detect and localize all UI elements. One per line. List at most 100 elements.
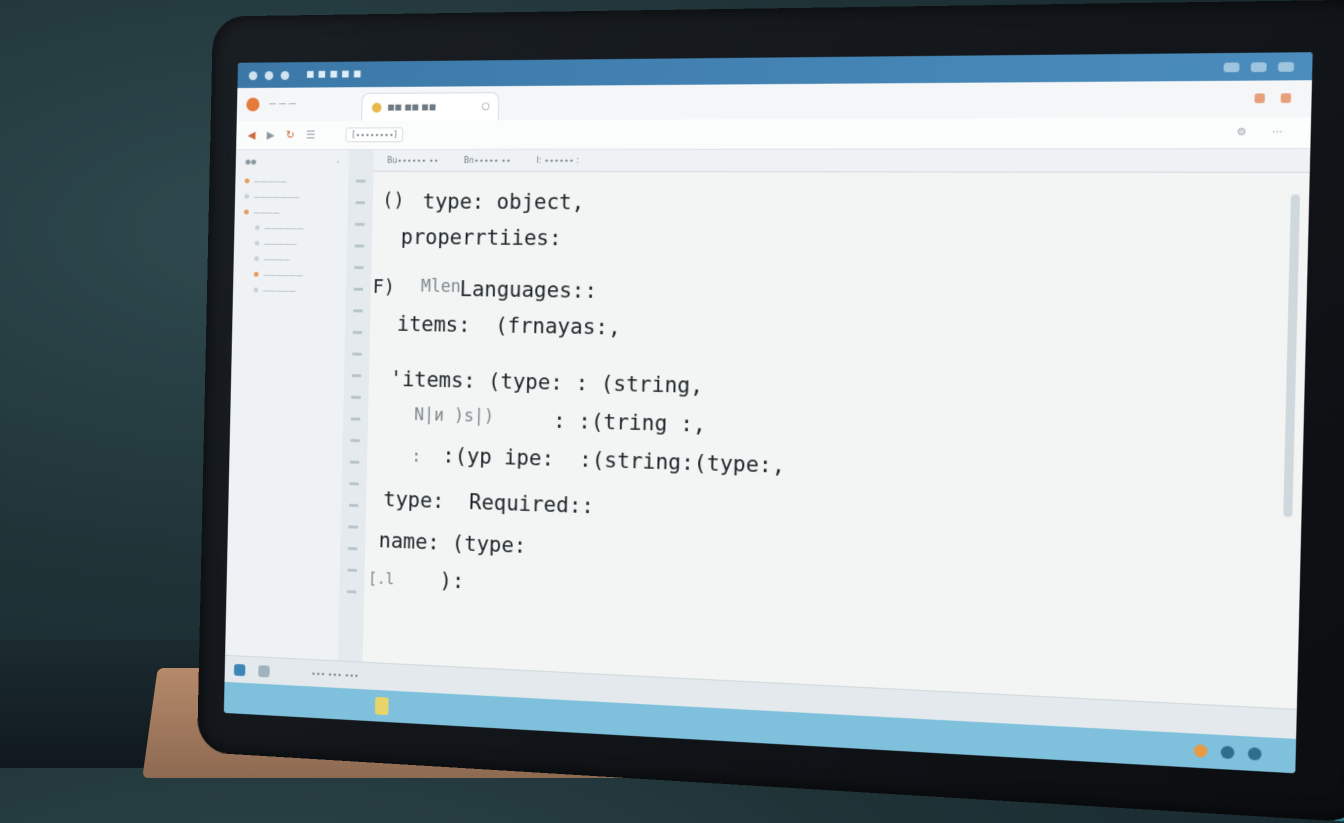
- tree-node-icon: [244, 209, 249, 215]
- toolbar-right-controls: ⚙ ⋯: [1237, 127, 1311, 139]
- tab-action-icon[interactable]: [1254, 93, 1265, 104]
- code-line: type: Required::: [383, 487, 595, 519]
- gutter-mark: [347, 568, 358, 572]
- gutter-mark: [354, 244, 365, 248]
- gutter-mark: [350, 417, 361, 421]
- gutter-mark: [351, 374, 362, 378]
- window-minimize-icon[interactable]: [264, 70, 274, 80]
- tab-label: ■■ ■■ ■■: [387, 102, 437, 112]
- tray-network-icon[interactable]: [1220, 745, 1235, 760]
- code-ghost-text: Mlen: [420, 276, 461, 298]
- gutter-mark: [353, 309, 363, 313]
- sidebar-item-label: —————: [262, 286, 296, 295]
- code-editor[interactable]: () type: object, properrtiies: F) Mlen L…: [362, 171, 1310, 709]
- tray-volume-icon[interactable]: [1247, 747, 1262, 761]
- titlebar-control-icon[interactable]: [1223, 61, 1240, 72]
- code-line: 'items: (type: : (string,: [389, 367, 704, 399]
- gutter-mark: [352, 330, 363, 335]
- sidebar-item-label: ————: [253, 208, 280, 217]
- address-field[interactable]: [∙∙∙∙∙∙∙∙]: [345, 127, 404, 143]
- window-maximize-icon[interactable]: [280, 70, 290, 80]
- refresh-icon[interactable]: ↻: [286, 129, 295, 142]
- code-line: type: object,: [422, 189, 585, 215]
- sidebar-item-label: ——————: [264, 224, 304, 233]
- code-line: properrtiies:: [400, 225, 562, 251]
- status-text: ∙∙∙ ∙∙∙ ∙∙∙: [310, 668, 359, 681]
- sidebar-item[interactable]: ————: [235, 205, 348, 221]
- tab-bar: — — — ■■ ■■ ■■ ○: [236, 80, 1313, 123]
- sidebar-item[interactable]: ——————: [234, 220, 347, 236]
- tab-action-icon[interactable]: [1280, 93, 1292, 103]
- menu-icon[interactable]: ☰: [306, 129, 316, 142]
- gutter-mark: [346, 590, 357, 594]
- fold-marker[interactable]: F): [373, 276, 395, 298]
- editor-tab-bar: Bu∙∙∙∙∙∙ ∙∙ Bn∙∙∙∙∙ ∙∙ I: ∙∙∙∙∙∙ :: [373, 149, 1311, 173]
- sidebar-item-label: —————: [263, 239, 297, 248]
- favicon-icon: [371, 102, 382, 113]
- sidebar-item[interactable]: —————: [235, 174, 348, 190]
- sidebar-item[interactable]: —————: [234, 236, 347, 253]
- settings-icon[interactable]: ⚙: [1237, 127, 1247, 139]
- titlebar-controls: [1223, 61, 1313, 72]
- back-icon[interactable]: ◀: [247, 129, 255, 142]
- editor-tab[interactable]: Bu∙∙∙∙∙∙ ∙∙: [387, 156, 438, 165]
- monitor: ■ ■ ■ ■ ■ — — — ■■ ■■ ■■ ○ ◀ ▶ ↻ ☰ [∙∙∙∙…: [197, 0, 1344, 823]
- tree-node-icon: [253, 287, 259, 293]
- sidebar-title-icon: ●●: [245, 157, 257, 166]
- gutter-mark: [350, 438, 360, 443]
- gutter-mark: [348, 525, 358, 529]
- app-logo-icon[interactable]: [246, 97, 260, 112]
- code-ghost-text: N|и )s|): [413, 405, 495, 428]
- tree-node-icon: [244, 193, 250, 199]
- sidebar-item-label: ———————: [253, 193, 300, 201]
- code-line: :(yp ipe: :(string:(type:,: [442, 443, 786, 478]
- sidebar-item[interactable]: ———————: [235, 189, 348, 205]
- gutter-mark: [355, 201, 366, 205]
- sidebar-collapse-icon[interactable]: ‹: [337, 158, 340, 166]
- sidebar-item[interactable]: —————: [233, 282, 346, 299]
- home-tab-label[interactable]: — — —: [269, 99, 297, 108]
- titlebar-control-icon[interactable]: [1250, 61, 1267, 72]
- sidebar: ●● ‹ ————— ——————— ———— —————— ————— ———…: [225, 150, 351, 661]
- window-title: ■ ■ ■ ■ ■: [306, 69, 362, 80]
- more-icon[interactable]: ⋯: [1272, 127, 1284, 139]
- code-line: Languages::: [459, 277, 598, 303]
- tree-node-icon: [244, 178, 250, 184]
- gutter-mark: [355, 179, 366, 183]
- system-tray: [1193, 744, 1296, 762]
- tree-node-icon: [254, 225, 260, 231]
- editor-tab[interactable]: I: ∙∙∙∙∙∙ :: [536, 156, 579, 165]
- window-close-icon[interactable]: [248, 70, 258, 80]
- sidebar-item[interactable]: ————: [234, 251, 347, 268]
- gutter-mark: [347, 546, 358, 551]
- forward-icon[interactable]: ▶: [267, 129, 275, 142]
- tab-close-icon[interactable]: ○: [481, 101, 490, 112]
- tabbar-actions: [1254, 93, 1292, 104]
- tray-notification-icon[interactable]: [1193, 744, 1208, 758]
- toolbar: ◀ ▶ ↻ ☰ [∙∙∙∙∙∙∙∙] ⚙ ⋯: [236, 116, 1312, 151]
- editor-tab[interactable]: Bn∙∙∙∙∙ ∙∙: [464, 156, 511, 165]
- tab-active[interactable]: ■■ ■■ ■■ ○: [361, 92, 500, 121]
- sidebar-item[interactable]: ——————: [233, 267, 346, 284]
- fold-marker[interactable]: [.l: [368, 569, 394, 588]
- sidebar-header: ●● ‹: [236, 150, 350, 174]
- status-branch-icon[interactable]: [258, 664, 270, 677]
- editor-scrollbar[interactable]: [1283, 194, 1301, 518]
- gutter-mark: [351, 395, 361, 399]
- code-ghost-text: :: [411, 446, 422, 467]
- gutter-mark: [355, 222, 365, 226]
- tree-node-icon: [254, 240, 260, 246]
- code-line: name: (type:: [378, 528, 527, 558]
- taskbar-app-icon[interactable]: [374, 696, 389, 716]
- status-app-icon[interactable]: [233, 663, 246, 676]
- screen: ■ ■ ■ ■ ■ — — — ■■ ■■ ■■ ○ ◀ ▶ ↻ ☰ [∙∙∙∙…: [223, 52, 1313, 774]
- tree-node-icon: [254, 256, 259, 262]
- gutter-mark: [353, 287, 364, 291]
- code-line: items: (frnayas:,: [396, 311, 622, 340]
- code-line: ):: [439, 568, 465, 594]
- fold-marker[interactable]: (): [382, 190, 404, 212]
- gutter-mark: [348, 503, 359, 508]
- titlebar-control-icon[interactable]: [1277, 61, 1295, 72]
- gutter-mark: [352, 352, 362, 356]
- sidebar-item-label: —————: [253, 177, 287, 186]
